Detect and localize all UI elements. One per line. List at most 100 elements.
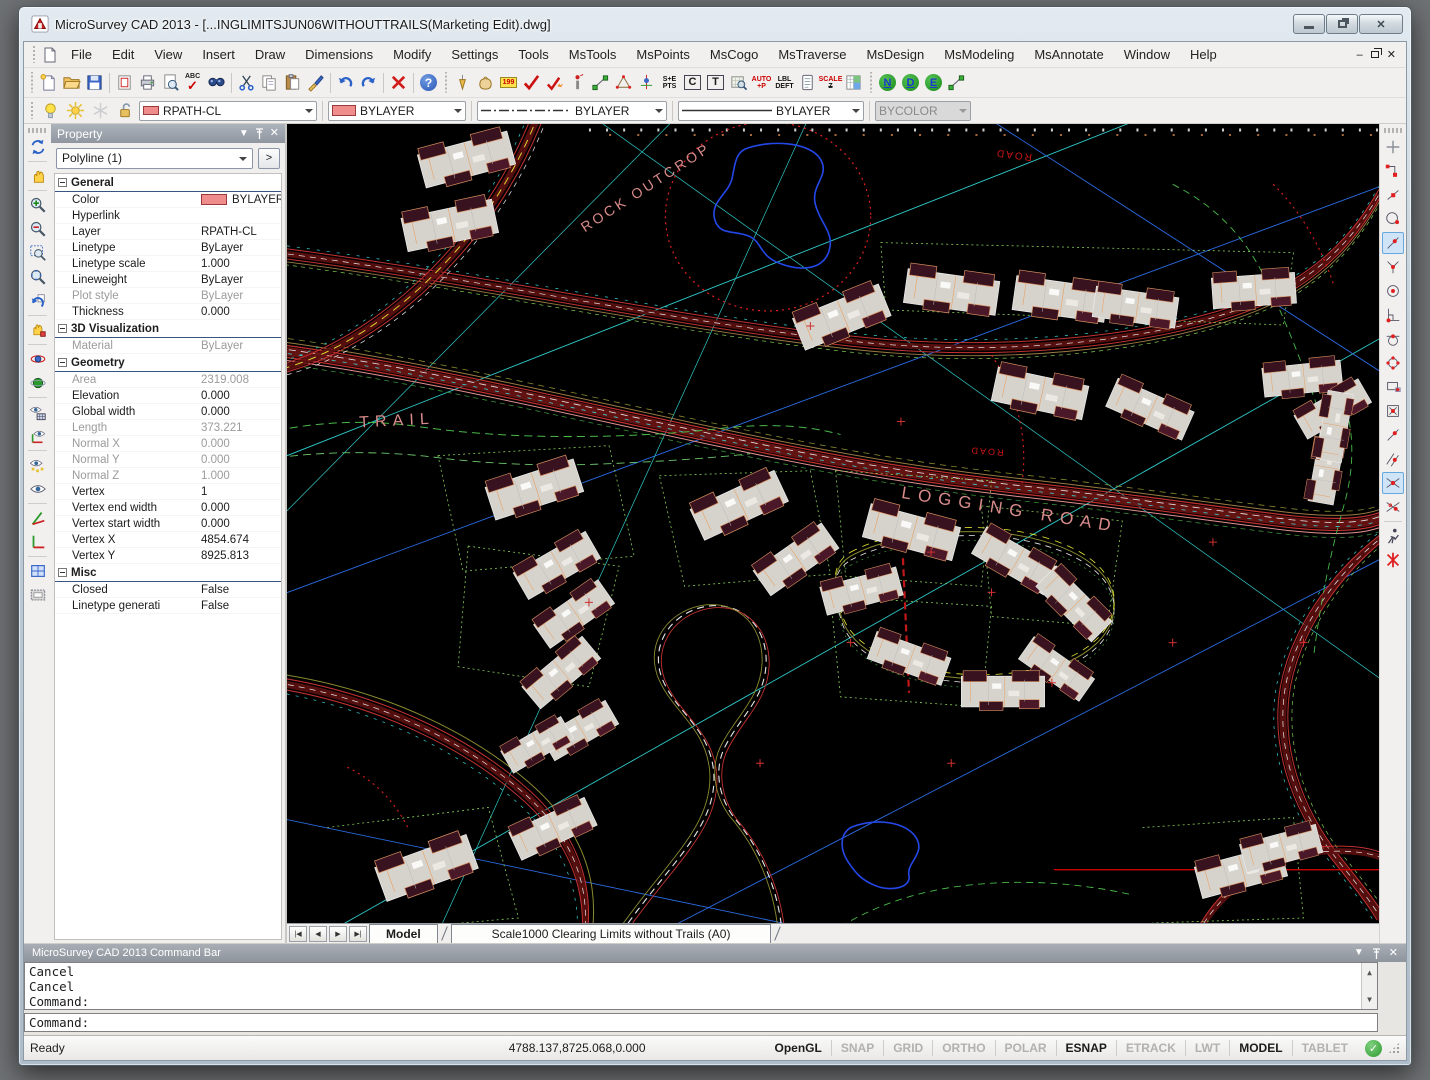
section-misc[interactable]: Misc (55, 564, 281, 582)
layer-lock-button[interactable] (114, 99, 137, 122)
toggle-polar[interactable]: POLAR (995, 1040, 1056, 1056)
layerbar-grip[interactable] (29, 102, 34, 120)
menu-mscogo[interactable]: MsCogo (700, 44, 768, 65)
segment-tool-button[interactable] (945, 71, 968, 94)
command-pin-icon[interactable] (1372, 948, 1381, 959)
auto-point-button[interactable]: AUTO+P (750, 71, 773, 94)
tab-next-button[interactable]: ▶ (329, 926, 347, 942)
line-segment-button[interactable] (589, 71, 612, 94)
prop-row-vertex-x[interactable]: Vertex X4854.674 (55, 532, 281, 548)
section-3d-visualization[interactable]: 3D Visualization (55, 320, 281, 338)
mdi-restore-icon[interactable] (1371, 51, 1379, 58)
toggle-tablet[interactable]: TABLET (1292, 1040, 1357, 1056)
mdi-minimize-icon[interactable]: – (1357, 49, 1363, 61)
panel-close-icon[interactable]: ✕ (270, 128, 279, 139)
tab-layout-scale1000[interactable]: Scale1000 Clearing Limits without Trails… (451, 924, 772, 943)
snap-clear-button[interactable] (1382, 549, 1404, 571)
prop-row-vertex-start-width[interactable]: Vertex start width0.000 (55, 516, 281, 532)
point-id-button[interactable]: 199 (497, 71, 520, 94)
snap-endpoint-button[interactable] (1382, 160, 1404, 182)
text-toggle-button[interactable]: T (704, 71, 727, 94)
prop-row-layer[interactable]: LayerRPATH-CL (55, 224, 281, 240)
spell-check-button[interactable]: ABC✓ (182, 71, 205, 94)
close-button[interactable]: ✕ (1359, 14, 1403, 34)
plot-window-button[interactable] (113, 71, 136, 94)
pan-button[interactable] (27, 165, 49, 187)
view-grid-button[interactable] (27, 401, 49, 423)
property-panel-header[interactable]: Property ▼ ✕ (51, 124, 285, 143)
prop-row-vertex-end-width[interactable]: Vertex end width0.000 (55, 500, 281, 516)
snap-intersection-button[interactable] (1382, 472, 1404, 494)
restore-button[interactable] (1326, 14, 1358, 34)
minimize-button[interactable] (1293, 14, 1325, 34)
cad-viewport[interactable]: LOGGING ROAD ROCK OUTCROP TRAIL ROAD ROA… (287, 124, 1379, 923)
menu-tools[interactable]: Tools (508, 44, 558, 65)
toggle-ortho[interactable]: ORTHO (932, 1040, 994, 1056)
entity-selector[interactable]: Polyline (1) (56, 148, 253, 169)
pan-point-button[interactable] (27, 319, 49, 341)
prop-row-linetype-scale[interactable]: Linetype scale1.000 (55, 256, 281, 272)
toolbar-grip-2[interactable] (443, 72, 448, 92)
menu-edit[interactable]: Edit (102, 44, 144, 65)
menu-file[interactable]: File (61, 44, 102, 65)
select-entities-button[interactable]: > (258, 148, 280, 169)
print-button[interactable] (136, 71, 159, 94)
snap-tangent-button[interactable] (1382, 328, 1404, 350)
snap-nearest-button[interactable] (1382, 232, 1404, 254)
snap-nearest2-button[interactable] (1382, 424, 1404, 446)
view-points-button[interactable] (27, 454, 49, 476)
panel-pin-icon[interactable] (255, 128, 264, 139)
delete-button[interactable] (387, 71, 410, 94)
view-undo-button[interactable] (27, 290, 49, 312)
table-button[interactable] (27, 560, 49, 582)
zoom-out-button[interactable] (27, 218, 49, 240)
undo-button[interactable] (334, 71, 357, 94)
tab-last-button[interactable]: ▶| (349, 926, 367, 942)
start-end-points-button[interactable]: S+EPTS (658, 71, 681, 94)
layer-select[interactable]: RPATH-CL (139, 101, 317, 121)
toggle-snap[interactable]: SNAP (831, 1040, 883, 1056)
collapse-box-icon[interactable] (58, 324, 67, 333)
layer-on-button[interactable] (39, 99, 62, 122)
verify-button[interactable] (520, 71, 543, 94)
snap-parallel-button[interactable] (1382, 448, 1404, 470)
orbit-button[interactable] (27, 348, 49, 370)
notes-button[interactable] (796, 71, 819, 94)
command-close-icon[interactable]: ✕ (1389, 948, 1398, 959)
prop-row-elevation[interactable]: Elevation0.000 (55, 388, 281, 404)
collapse-box-icon[interactable] (58, 358, 67, 367)
prop-row-thickness[interactable]: Thickness0.000 (55, 304, 281, 320)
prop-row-linetype-generation[interactable]: Linetype generatiFalse (55, 598, 281, 614)
point-toggle-button[interactable] (635, 71, 658, 94)
menu-insert[interactable]: Insert (192, 44, 245, 65)
tab-prev-button[interactable]: ◀ (309, 926, 327, 942)
viewport-button[interactable] (27, 584, 49, 606)
command-input[interactable]: Command: (24, 1013, 1378, 1032)
plumb-bob-button[interactable] (451, 71, 474, 94)
snap-none-button[interactable] (1382, 136, 1404, 158)
redo-button[interactable] (357, 71, 380, 94)
snap-quadrant-button[interactable] (1382, 352, 1404, 374)
snap-center-button[interactable] (1382, 280, 1404, 302)
section-general[interactable]: General (55, 174, 281, 192)
prop-row-hyperlink[interactable]: Hyperlink (55, 208, 281, 224)
snap-insertion-button[interactable] (1382, 376, 1404, 398)
tab-first-button[interactable]: |◀ (289, 926, 307, 942)
northing-button[interactable]: N (876, 71, 899, 94)
command-scrollbar[interactable]: ▲ ▼ (1361, 963, 1377, 1009)
panel-collapse-icon[interactable]: ▼ (239, 129, 249, 139)
menu-help[interactable]: Help (1180, 44, 1227, 65)
linetype-select[interactable]: BYLAYER (477, 101, 667, 121)
find-button[interactable] (205, 71, 228, 94)
lineweight-select[interactable]: BYLAYER (678, 101, 864, 121)
prop-row-vertex[interactable]: Vertex1 (55, 484, 281, 500)
snap-point-on-circle-button[interactable] (1382, 208, 1404, 230)
coords-toggle-button[interactable]: C (681, 71, 704, 94)
menu-msmodeling[interactable]: MsModeling (934, 44, 1024, 65)
mdi-close-icon[interactable]: ✕ (1387, 48, 1396, 61)
title-bar[interactable]: MicroSurvey CAD 2013 - [...INGLIMITSJUN0… (19, 7, 1411, 41)
toggle-esnap[interactable]: ESNAP (1056, 1040, 1116, 1056)
prop-row-vertex-y[interactable]: Vertex Y8925.813 (55, 548, 281, 564)
menu-mspoints[interactable]: MsPoints (626, 44, 699, 65)
ucs-angle-button[interactable] (27, 507, 49, 529)
